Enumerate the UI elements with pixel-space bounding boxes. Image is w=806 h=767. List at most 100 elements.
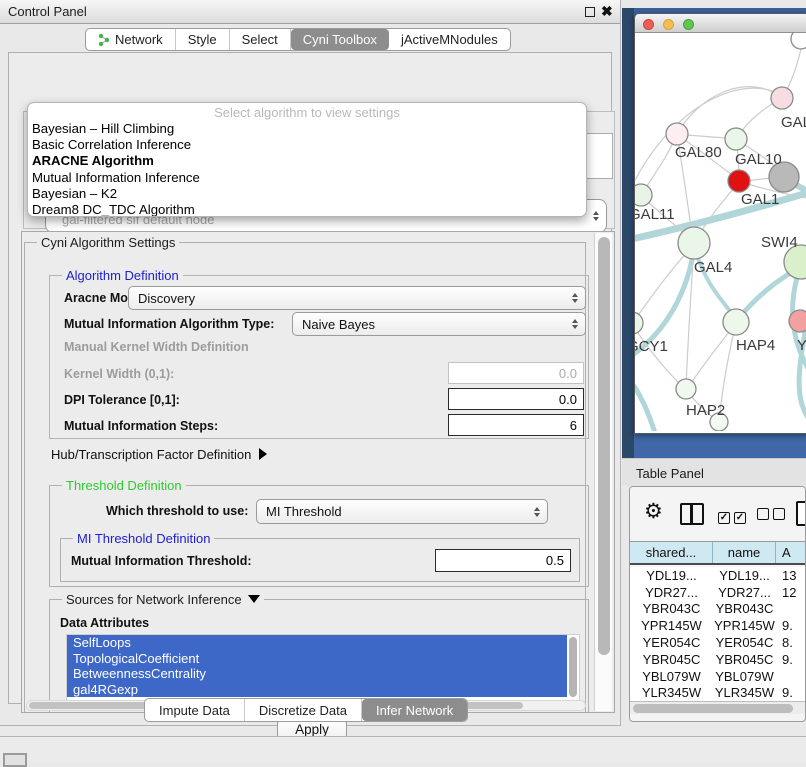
table-row[interactable]: YBR045CYBR045C9.: [630, 651, 806, 668]
data-attribute-item[interactable]: BetweennessCentrality: [67, 666, 567, 682]
table-cell[interactable]: [776, 668, 806, 685]
table-cell[interactable]: YLR345W: [713, 685, 776, 701]
algorithm-option[interactable]: Bayesian – Hill Climbing: [28, 121, 586, 137]
network-node[interactable]: [728, 170, 750, 192]
tab-network[interactable]: Network: [86, 29, 176, 50]
table-cell[interactable]: YDL19...: [713, 567, 776, 584]
table-row[interactable]: YPR145WYPR145W9.: [630, 617, 806, 634]
table-cell[interactable]: YBL079W: [713, 668, 776, 685]
gear-icon[interactable]: ⚙: [644, 499, 663, 524]
table-cell[interactable]: YER054C: [630, 634, 713, 651]
mi-algorithm-type-combo[interactable]: Naive Bayes: [292, 312, 586, 336]
network-canvas[interactable]: GALGAL80GAL10GAL1GAL11GAL4SWI4GCY1HAP4YH…: [635, 33, 806, 434]
deselect-all-columns-icon[interactable]: [757, 507, 789, 525]
mi-threshold-label: Mutual Information Threshold:: [71, 554, 252, 568]
table-row[interactable]: YDL19...YDL19...13: [630, 567, 806, 584]
settings-vertical-scrollbar[interactable]: [594, 233, 612, 711]
hub-definition-toggle[interactable]: Hub/Transcription Factor Definition: [51, 447, 267, 462]
algorithm-option[interactable]: Bayesian – K2: [28, 186, 586, 202]
table-row[interactable]: YBR043CYBR043C: [630, 601, 806, 618]
column-header-name[interactable]: name: [713, 542, 776, 563]
table-cell[interactable]: YPR145W: [713, 617, 776, 634]
float-window-icon[interactable]: [585, 7, 595, 17]
table-cell[interactable]: YDR27...: [713, 584, 776, 601]
table-cell[interactable]: YBR045C: [630, 651, 713, 668]
tab-style[interactable]: Style: [176, 29, 230, 50]
table-body: YDL19...YDL19...13YDR27...YDR27...12YBR0…: [630, 567, 806, 701]
table-cell[interactable]: 12: [776, 584, 806, 601]
table-cell[interactable]: 9.: [776, 651, 806, 668]
tab-cyni-toolbox[interactable]: Cyni Toolbox: [291, 29, 389, 50]
columns-icon[interactable]: [680, 503, 704, 525]
network-node[interactable]: [676, 379, 696, 399]
tab-infer-network[interactable]: Infer Network: [362, 699, 467, 721]
network-node[interactable]: [771, 87, 793, 109]
network-node[interactable]: [723, 309, 749, 335]
table-row[interactable]: YBL079WYBL079W: [630, 668, 806, 685]
mi-threshold-group: MI Threshold Definition Mutual Informati…: [60, 538, 580, 582]
network-node[interactable]: [725, 128, 747, 150]
network-node[interactable]: [789, 310, 806, 332]
window-minimize-icon[interactable]: [663, 19, 674, 30]
data-attributes-list[interactable]: SelfLoopsTopologicalCoefficientBetweenne…: [66, 634, 580, 702]
table-cell[interactable]: YBL079W: [630, 668, 713, 685]
table-hscroll-thumb[interactable]: [633, 704, 793, 713]
expanded-arrow-icon: [248, 595, 260, 603]
algorithm-option[interactable]: Mutual Information Inference: [28, 170, 586, 186]
attributes-scrollbar[interactable]: [569, 637, 577, 697]
table-cell[interactable]: YDL19...: [630, 567, 713, 584]
mi-algorithm-type-label: Mutual Information Algorithm Type:: [64, 317, 274, 331]
table-cell[interactable]: YER054C: [713, 634, 776, 651]
network-node[interactable]: [635, 184, 652, 206]
table-row[interactable]: YER054CYER054C8.: [630, 634, 806, 651]
table-cell[interactable]: YDR27...: [630, 584, 713, 601]
aracne-mode-combo[interactable]: Discovery: [128, 286, 586, 310]
network-node[interactable]: [635, 312, 643, 334]
table-cell[interactable]: 8.: [776, 634, 806, 651]
network-window-titlebar[interactable]: [635, 14, 806, 33]
table-cell[interactable]: [776, 601, 806, 618]
algorithm-option[interactable]: Basic Correlation Inference: [28, 137, 586, 153]
tab-discretize-data[interactable]: Discretize Data: [245, 699, 362, 721]
table-row[interactable]: YDR27...YDR27...12: [630, 584, 806, 601]
tab-impute-data[interactable]: Impute Data: [145, 699, 245, 721]
table-cell[interactable]: YPR145W: [630, 617, 713, 634]
table-cell[interactable]: 9.: [776, 617, 806, 634]
window-close-icon[interactable]: [643, 19, 654, 30]
table-cell[interactable]: YBR045C: [713, 651, 776, 668]
table-horizontal-scrollbar[interactable]: [630, 701, 806, 714]
tab-jactivemnodules[interactable]: jActiveMNodules: [389, 29, 510, 50]
network-node[interactable]: [678, 227, 710, 259]
network-tab-icon: [98, 33, 110, 47]
column-header-third[interactable]: A: [776, 542, 806, 563]
mi-threshold-group-title: MI Threshold Definition: [73, 531, 214, 546]
sources-group-title[interactable]: Sources for Network Inference: [62, 592, 264, 607]
which-threshold-combo[interactable]: MI Threshold: [256, 499, 548, 524]
new-table-icon[interactable]: [796, 501, 806, 526]
table-cell[interactable]: 9.: [776, 685, 806, 701]
algorithm-option[interactable]: Dream8 DC_TDC Algorithm: [28, 202, 586, 217]
data-attribute-item[interactable]: TopologicalCoefficient: [67, 651, 567, 667]
tab-select[interactable]: Select: [230, 29, 291, 50]
close-panel-icon[interactable]: ✖: [601, 3, 613, 20]
table-cell[interactable]: 13: [776, 567, 806, 584]
table-cell[interactable]: YBR043C: [630, 601, 713, 618]
network-view-window[interactable]: GALGAL80GAL10GAL1GAL11GAL4SWI4GCY1HAP4YH…: [634, 13, 806, 434]
column-header-shared-name[interactable]: shared...: [630, 542, 713, 563]
select-all-columns-icon[interactable]: ✓✓: [718, 507, 750, 525]
corner-button[interactable]: [3, 753, 27, 767]
algorithm-option[interactable]: ARACNE Algorithm: [28, 153, 586, 169]
table-toolbar: ⚙ ✓✓: [630, 487, 805, 539]
mi-steps-field[interactable]: 6: [448, 414, 584, 436]
table-row[interactable]: YLR345WYLR345W9.: [630, 685, 806, 701]
data-attribute-item[interactable]: gal4RGexp: [67, 682, 567, 698]
network-node[interactable]: [791, 33, 806, 49]
table-cell[interactable]: YLR345W: [630, 685, 713, 701]
data-attribute-item[interactable]: SelfLoops: [67, 635, 567, 651]
dpi-tolerance-field[interactable]: 0.0: [448, 388, 584, 410]
network-node[interactable]: [666, 123, 688, 145]
window-zoom-icon[interactable]: [683, 19, 694, 30]
settings-vscroll-thumb[interactable]: [598, 237, 610, 655]
table-cell[interactable]: YBR043C: [713, 601, 776, 618]
mi-threshold-field[interactable]: 0.5: [435, 549, 571, 572]
